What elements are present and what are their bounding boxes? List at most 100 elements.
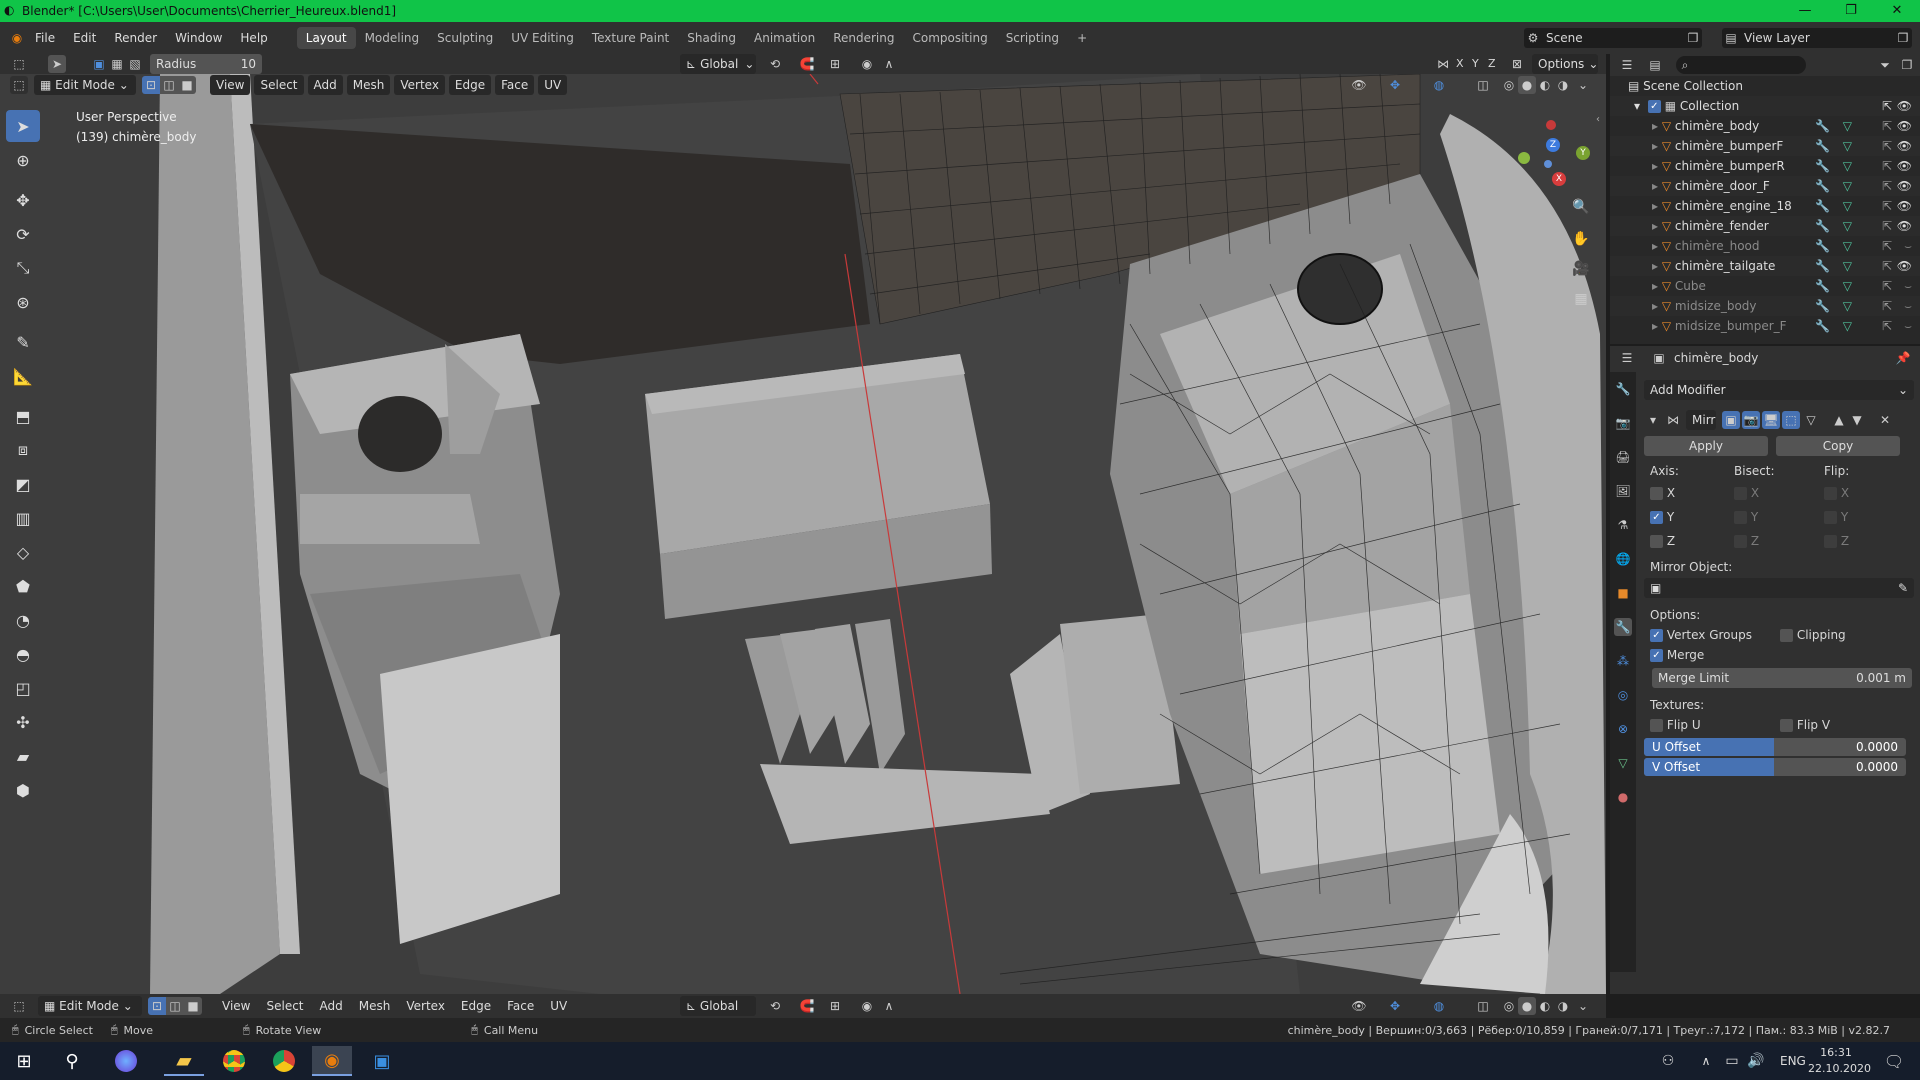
select-mode-extend-icon[interactable]: ▦	[108, 55, 126, 73]
perspective-toggle-icon[interactable]: ▦	[1572, 290, 1590, 308]
close-window-button[interactable]: ✕	[1874, 0, 1920, 22]
navigation-gizmo[interactable]: Z Y X	[1510, 114, 1600, 204]
scene-selector[interactable]: ⚙ Scene ❐	[1524, 28, 1702, 48]
eye-closed-icon[interactable]: ⌣	[1904, 316, 1912, 336]
bevel-tool[interactable]: ◩	[6, 468, 40, 500]
rotate-tool[interactable]: ⟳	[6, 218, 40, 250]
chrome-user-icon[interactable]	[264, 1046, 304, 1076]
scale-tool[interactable]: ⤡	[6, 252, 40, 284]
outliner-editor-type-icon[interactable]: ☰	[1618, 56, 1636, 74]
overlays-icon[interactable]: ◍	[1430, 997, 1448, 1015]
eye-closed-icon[interactable]: ⌣	[1904, 236, 1912, 256]
photos-icon[interactable]: ▣	[362, 1046, 402, 1076]
outliner-item[interactable]: ▸ ▽ chimère_hood 🔧 ▽ ⇱ ⌣	[1610, 236, 1920, 256]
outliner-collection[interactable]: ▾ ✓ ▦ Collection ⇱ 👁	[1610, 96, 1920, 116]
axis-checkbox[interactable]	[1650, 487, 1663, 500]
rip-region-tool[interactable]: ⬢	[6, 774, 40, 806]
viewport-menu-mesh[interactable]: Mesh	[346, 75, 391, 95]
output-tab-icon[interactable]: 🖨	[1614, 448, 1632, 466]
inset-tool[interactable]: ⧈	[6, 434, 40, 466]
maximize-button[interactable]: ❐	[1828, 0, 1874, 22]
bottom-orientation-dropdown[interactable]: ⊾ Global ⌄	[680, 996, 756, 1033]
outliner-scene-collection[interactable]: ▤ Scene Collection	[1610, 76, 1920, 96]
bottom-menu-view[interactable]: View	[216, 996, 256, 1016]
annotate-tool[interactable]: ✎	[6, 326, 40, 358]
gizmo-icon[interactable]: ✥	[1386, 76, 1404, 94]
add-workspace-button[interactable]: +	[1068, 27, 1096, 49]
modifier-name-field[interactable]: Mirr	[1686, 410, 1716, 430]
rendered-shading-icon[interactable]: ◑	[1554, 76, 1572, 94]
bottom-mode-dropdown[interactable]: ▦ Edit Mode ⌄	[38, 996, 142, 1016]
expand-arrow-icon[interactable]: ▸	[1652, 159, 1658, 173]
notifications-icon[interactable]: 🗨	[1874, 1046, 1914, 1076]
menu-file[interactable]: File	[26, 22, 64, 54]
expand-arrow-icon[interactable]: ▸	[1652, 259, 1658, 273]
viewport-menu-view[interactable]: View	[210, 75, 251, 95]
select-pointer-icon[interactable]: ⇱	[1882, 276, 1892, 296]
eye-closed-icon[interactable]: ⌣	[1904, 276, 1912, 296]
bottom-menu-uv[interactable]: UV	[544, 996, 573, 1016]
bisect-checkbox[interactable]	[1734, 487, 1747, 500]
start-button[interactable]: ⊞	[4, 1046, 44, 1076]
menu-render[interactable]: Render	[105, 22, 166, 54]
outliner-item[interactable]: ▸ ▽ chimère_bumperR 🔧 ▽ ⇱ 👁	[1610, 156, 1920, 176]
material-shading-icon[interactable]: ◐	[1536, 76, 1554, 94]
flip-checkbox[interactable]	[1824, 511, 1837, 524]
wireframe-shading-icon[interactable]: ◎	[1500, 997, 1518, 1015]
properties-editor-type-icon[interactable]: ☰	[1618, 349, 1636, 367]
blender-menu-icon[interactable]: ◉	[8, 29, 26, 47]
edge-select-icon[interactable]: ◫	[166, 997, 184, 1015]
chrome-icon[interactable]	[214, 1046, 254, 1076]
snap-icon[interactable]: 🧲	[798, 55, 816, 73]
viewport-menu-face[interactable]: Face	[495, 75, 535, 95]
solid-shading-icon[interactable]: ●	[1518, 76, 1536, 94]
minimize-button[interactable]: —	[1782, 0, 1828, 22]
mirror-options-icon[interactable]: ⋈	[1434, 55, 1452, 73]
knife-tool[interactable]: ◇	[6, 536, 40, 568]
add-modifier-dropdown[interactable]: Add Modifier ⌄	[1644, 380, 1914, 400]
bottom-menu-mesh[interactable]: Mesh	[353, 996, 397, 1016]
gizmo-neg-z-dot[interactable]	[1544, 160, 1552, 168]
gizmo-z-axis[interactable]: Z	[1546, 138, 1560, 152]
file-explorer-icon[interactable]: ▰	[164, 1046, 204, 1076]
chevron-down-icon[interactable]: ⌄	[1574, 997, 1592, 1015]
bottom-menu-add[interactable]: Add	[314, 996, 349, 1016]
select-pointer-icon[interactable]: ⇱	[1882, 236, 1892, 256]
tab-sculpting[interactable]: Sculpting	[428, 27, 502, 49]
menu-window[interactable]: Window	[166, 22, 231, 54]
apply-button[interactable]: Apply	[1644, 436, 1768, 456]
outliner-item[interactable]: ▸ ▽ chimère_door_F 🔧 ▽ ⇱ 👁	[1610, 176, 1920, 196]
select-pointer-icon[interactable]: ⇱	[1882, 136, 1892, 156]
view-layer-tab-icon[interactable]: 🖼	[1614, 482, 1632, 500]
flip-checkbox[interactable]	[1824, 535, 1837, 548]
select-pointer-icon[interactable]: ⇱	[1882, 216, 1892, 236]
mirror-axis-y[interactable]: Y	[1472, 57, 1479, 70]
select-pointer-icon[interactable]: ⇱	[1882, 256, 1892, 276]
chevron-down-icon[interactable]: ⌄	[1574, 76, 1592, 94]
extrude-tool[interactable]: ⬒	[6, 400, 40, 432]
merge-limit-field[interactable]: Merge Limit 0.001 m	[1652, 668, 1912, 688]
tab-scripting[interactable]: Scripting	[997, 27, 1068, 49]
blender-taskbar-icon[interactable]: ◉	[312, 1046, 352, 1076]
scene-tab-icon[interactable]: ⚗	[1614, 516, 1632, 534]
eye-icon[interactable]: 👁	[1897, 96, 1912, 116]
gizmo-neg-y-dot[interactable]	[1518, 152, 1530, 164]
camera-view-icon[interactable]: 🎥	[1572, 260, 1590, 278]
cursor-tool[interactable]: ⊕	[6, 144, 40, 176]
axis-checkbox[interactable]: ✓	[1650, 511, 1663, 524]
transform-tool[interactable]: ⊛	[6, 286, 40, 318]
eyedropper-icon[interactable]: ✎	[1898, 578, 1908, 598]
select-pointer-icon[interactable]: ⇱	[1882, 196, 1892, 216]
new-scene-icon[interactable]: ❐	[1684, 29, 1702, 47]
bottom-menu-vertex[interactable]: Vertex	[400, 996, 451, 1016]
overlays-icon[interactable]: ◍	[1430, 76, 1448, 94]
eye-icon[interactable]: 👁	[1897, 156, 1912, 176]
edit-mode-toggle-icon[interactable]: ▣	[1722, 411, 1740, 429]
on-cage-icon[interactable]: ▽	[1802, 411, 1820, 429]
select-circle-tool[interactable]: ➤	[6, 110, 40, 142]
tab-animation[interactable]: Animation	[745, 27, 824, 49]
eye-closed-icon[interactable]: ⌣	[1904, 296, 1912, 316]
outliner-item[interactable]: ▸ ▽ midsize_bumper_F 🔧 ▽ ⇱ ⌣	[1610, 316, 1920, 336]
expand-arrow-icon[interactable]: ▸	[1652, 119, 1658, 133]
move-up-icon[interactable]: ▲	[1830, 411, 1848, 429]
